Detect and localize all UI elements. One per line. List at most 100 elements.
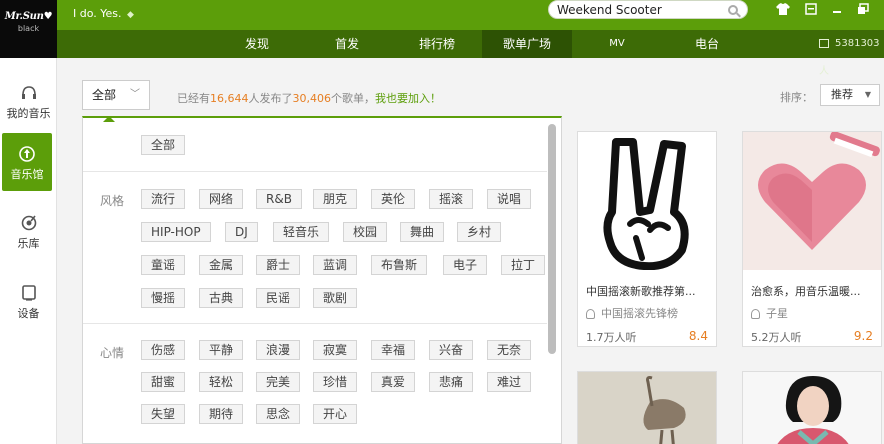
panel-scrollbar[interactable] bbox=[548, 124, 556, 354]
join-link[interactable]: 我也要加入 bbox=[375, 92, 430, 105]
stats-suffix: 个歌单， bbox=[331, 92, 375, 105]
tag-item[interactable]: 歌剧 bbox=[313, 288, 358, 308]
playlist-author[interactable]: 中国摇滚先锋榜 bbox=[586, 305, 678, 321]
nav-new-release[interactable]: 首发 bbox=[317, 30, 377, 58]
playlist-title[interactable]: 治愈系，用音乐温暖... bbox=[751, 283, 875, 299]
tag-item[interactable]: 期待 bbox=[199, 404, 244, 424]
sidebar-item-device[interactable]: 设备 bbox=[0, 272, 57, 330]
sort-label: 排序： bbox=[780, 91, 813, 104]
skin-icon[interactable] bbox=[776, 3, 790, 15]
sidebar-item-music-hall[interactable]: 音乐馆 bbox=[2, 133, 52, 191]
playlist-card[interactable]: 中国摇滚新歌推荐第... 中国摇滚先锋榜 1.7万人听 8.4 bbox=[577, 131, 717, 347]
tag-item[interactable]: 爵士 bbox=[256, 255, 301, 275]
tag-item[interactable]: 舞曲 bbox=[400, 222, 445, 242]
tag-item[interactable]: 甜蜜 bbox=[141, 372, 186, 392]
category-filter-button[interactable]: 全部 ﹀ bbox=[82, 80, 150, 110]
playlist-card[interactable]: 治愈系，用音乐温暖... 子星 5.2万人听 9.2 bbox=[742, 131, 882, 347]
tag-item[interactable]: 古典 bbox=[199, 288, 244, 308]
sidebar-item-my-music[interactable]: 我的音乐 bbox=[0, 72, 57, 130]
tag-item[interactable]: 网络 bbox=[199, 189, 244, 209]
tag-item[interactable]: 慢摇 bbox=[141, 288, 186, 308]
nav-discover[interactable]: 发现 bbox=[227, 30, 287, 58]
search-input[interactable]: Weekend Scooter bbox=[557, 3, 662, 17]
tag-item[interactable]: 平静 bbox=[199, 340, 244, 360]
tag-item[interactable]: 布鲁斯 bbox=[371, 255, 428, 275]
playlist-card[interactable] bbox=[742, 371, 882, 444]
tag-item[interactable]: 蓝调 bbox=[313, 255, 358, 275]
tag-item[interactable]: 难过 bbox=[487, 372, 532, 392]
user-icon bbox=[586, 309, 595, 319]
tag-item[interactable]: 摇滚 bbox=[429, 189, 474, 209]
tag-item[interactable]: 英伦 bbox=[371, 189, 416, 209]
sort-select[interactable]: 推荐 ▼ bbox=[820, 84, 880, 106]
tag-item[interactable]: R&B bbox=[256, 189, 302, 209]
all-section: 全部 bbox=[83, 118, 547, 172]
tag-item[interactable]: 失望 bbox=[141, 404, 186, 424]
tag-item[interactable]: 无奈 bbox=[487, 340, 532, 360]
playlist-cover[interactable] bbox=[578, 132, 716, 270]
tag-item[interactable]: 开心 bbox=[313, 404, 358, 424]
online-count: 5381303人 bbox=[819, 30, 884, 77]
tag-item[interactable]: 童谣 bbox=[141, 255, 186, 275]
category-panel: 全部 风格 流行 网络 R&B 朋克 英伦 摇滚 说唱 HIP-HOP DJ 轻… bbox=[82, 116, 562, 444]
playlist-card[interactable] bbox=[577, 371, 717, 444]
nav-mv[interactable]: MV bbox=[587, 30, 647, 58]
playlist-author[interactable]: 子星 bbox=[751, 305, 788, 321]
tag-item[interactable]: 浪漫 bbox=[256, 340, 301, 360]
section-label-mood: 心情 bbox=[100, 346, 125, 360]
tag-item[interactable]: 幸福 bbox=[371, 340, 416, 360]
nav-charts[interactable]: 排行榜 bbox=[407, 30, 467, 58]
tag-item[interactable]: 真爱 bbox=[371, 372, 416, 392]
tag-item[interactable]: 完美 bbox=[256, 372, 301, 392]
tag-item[interactable]: 说唱 bbox=[487, 189, 532, 209]
tag-item[interactable]: 轻松 bbox=[199, 372, 244, 392]
search-box[interactable]: Weekend Scooter bbox=[548, 0, 748, 19]
headphones-icon bbox=[21, 85, 37, 101]
user-status: I do. Yes. bbox=[73, 7, 122, 20]
maximize-icon[interactable] bbox=[856, 3, 870, 15]
tag-item[interactable]: 兴奋 bbox=[429, 340, 474, 360]
tag-item[interactable]: 轻音乐 bbox=[273, 222, 330, 242]
nav-radio[interactable]: 电台 bbox=[677, 30, 737, 58]
playlist-cover[interactable] bbox=[578, 372, 717, 444]
chevron-down-icon: ﹀ bbox=[130, 89, 140, 100]
search-icon[interactable] bbox=[728, 5, 738, 15]
mood-section: 心情 伤感 平静 浪漫 寂寞 幸福 兴奋 无奈 甜蜜 轻松 完美 珍惜 真爱 悲… bbox=[83, 324, 547, 443]
tag-item[interactable]: 伤感 bbox=[141, 340, 186, 360]
tag-item[interactable]: 思念 bbox=[256, 404, 301, 424]
tag-item[interactable]: 拉丁 bbox=[501, 255, 546, 275]
tag-item[interactable]: 珍惜 bbox=[313, 372, 358, 392]
tag-item[interactable]: 流行 bbox=[141, 189, 186, 209]
tag-item[interactable]: 寂寞 bbox=[313, 340, 358, 360]
tag-item[interactable]: 朋克 bbox=[313, 189, 358, 209]
minimize-icon[interactable] bbox=[830, 3, 844, 15]
mini-mode-icon[interactable] bbox=[804, 3, 818, 15]
join-exclaim: ！ bbox=[430, 92, 441, 105]
playlist-author-name[interactable]: 中国摇滚先锋榜 bbox=[601, 307, 678, 320]
playlist-title[interactable]: 中国摇滚新歌推荐第... bbox=[586, 283, 710, 299]
tag-item[interactable]: 乡村 bbox=[457, 222, 502, 242]
tag-item[interactable]: 民谣 bbox=[256, 288, 301, 308]
tag-all[interactable]: 全部 bbox=[141, 135, 186, 155]
user-info[interactable]: I do. Yes. ◆ bbox=[73, 7, 134, 20]
playlist-stats: 已经有16,644人发布了30,406个歌单，我也要加入！ bbox=[177, 90, 441, 106]
playlist-cover[interactable] bbox=[743, 372, 882, 444]
rating-score: 9.2 bbox=[853, 329, 873, 343]
sidebar-item-library[interactable]: 乐库 bbox=[0, 202, 57, 260]
logo-subtext: black bbox=[17, 24, 40, 33]
sidebar: 我的音乐 音乐馆 乐库 设备 bbox=[0, 58, 57, 444]
stats-prefix: 已经有 bbox=[177, 92, 210, 105]
nav-playlist-square[interactable]: 歌单广场 bbox=[482, 30, 572, 58]
tag-item[interactable]: HIP-HOP bbox=[141, 222, 211, 242]
tag-item[interactable]: DJ bbox=[225, 222, 258, 242]
playlist-count: 30,406 bbox=[292, 92, 332, 105]
style-section: 风格 流行 网络 R&B 朋克 英伦 摇滚 说唱 HIP-HOP DJ 轻音乐 … bbox=[83, 172, 547, 324]
playlist-cover[interactable] bbox=[743, 132, 881, 270]
tag-item[interactable]: 校园 bbox=[343, 222, 388, 242]
tag-item[interactable]: 金属 bbox=[199, 255, 244, 275]
playlist-author-name[interactable]: 子星 bbox=[766, 307, 788, 320]
tag-item[interactable]: 悲痛 bbox=[429, 372, 474, 392]
stats-icon bbox=[819, 38, 829, 48]
app-logo[interactable]: Mr.Sun♥ black bbox=[0, 0, 57, 58]
tag-item[interactable]: 电子 bbox=[443, 255, 488, 275]
